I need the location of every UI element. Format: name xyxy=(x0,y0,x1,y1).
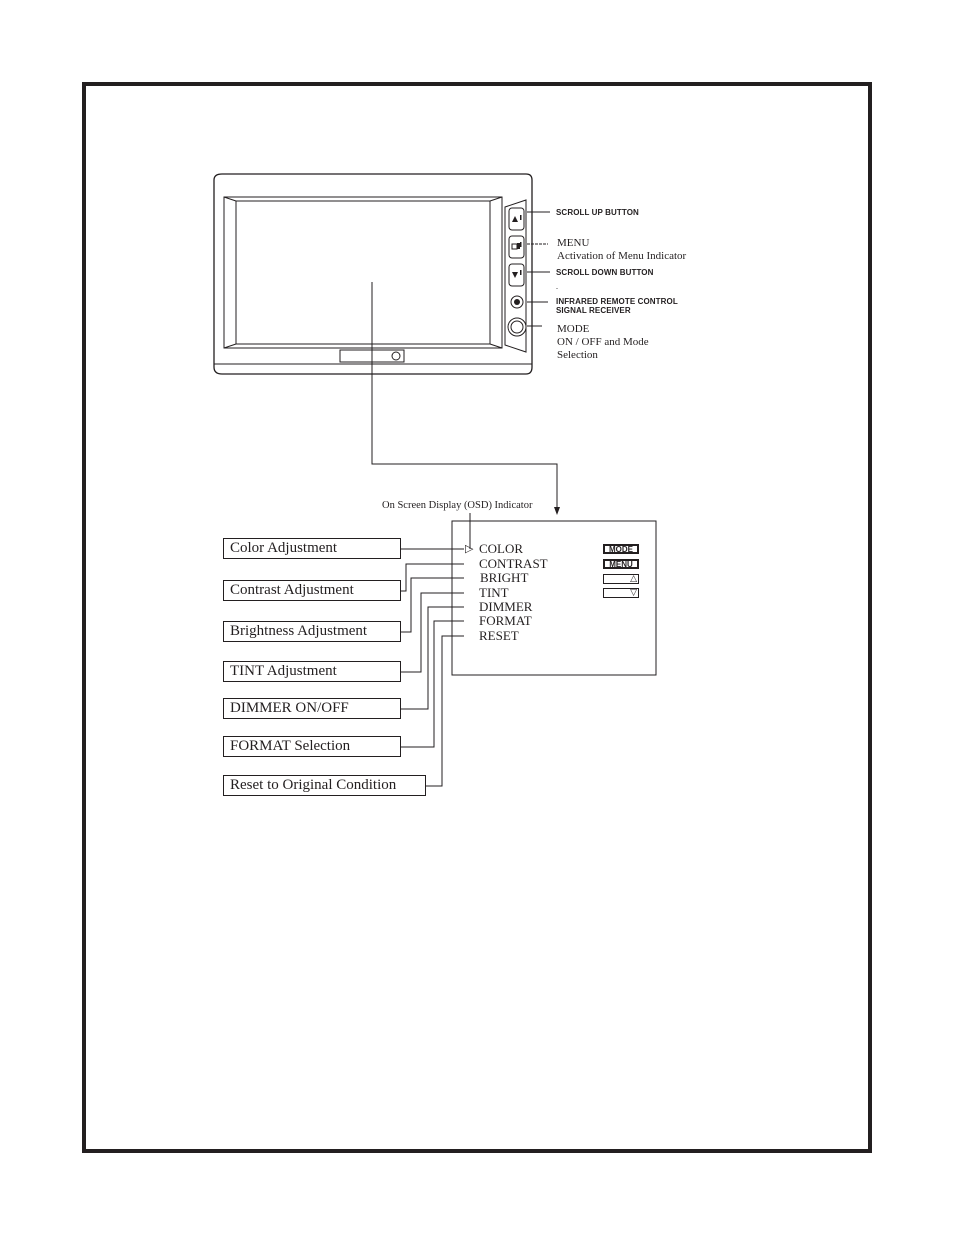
osd-up-arrow-icon: △ xyxy=(603,574,639,584)
osd-item-tint[interactable]: TINT xyxy=(479,586,509,600)
osd-item-format[interactable]: FORMAT xyxy=(479,614,532,628)
osd-indicator-label: On Screen Display (OSD) Indicator xyxy=(382,500,533,511)
osd-item-dimmer[interactable]: DIMMER xyxy=(479,600,532,614)
function-brightness-adjustment: Brightness Adjustment xyxy=(223,621,401,642)
callout-menu-desc: Activation of Menu Indicator xyxy=(557,250,687,262)
function-tint-adjustment: TINT Adjustment xyxy=(223,661,401,682)
screen-to-osd-line xyxy=(371,282,558,512)
osd-mode-key: MODE xyxy=(603,544,639,554)
diagram-lines xyxy=(213,173,657,787)
callout-scroll-down: SCROLL DOWN BUTTON xyxy=(556,268,654,277)
osd-item-bright[interactable]: BRIGHT xyxy=(480,571,528,585)
screen-outer xyxy=(223,196,503,349)
arrowhead-icon xyxy=(554,507,560,515)
callout-scroll-up: SCROLL UP BUTTON xyxy=(556,208,639,217)
callout-menu-title: MENU xyxy=(557,237,590,249)
callout-mode-title: MODE xyxy=(557,323,590,335)
osd-item-reset[interactable]: RESET xyxy=(479,629,519,643)
callout-ir-line2: SIGNAL RECEIVER xyxy=(556,306,631,315)
function-format-selection: FORMAT Selection xyxy=(223,736,401,757)
osd-item-contrast[interactable]: CONTRAST xyxy=(479,557,548,571)
bottom-indicator-led xyxy=(391,351,401,361)
function-color-adjustment: Color Adjustment xyxy=(223,538,401,559)
osd-item-color[interactable]: COLOR xyxy=(479,542,523,556)
osd-down-arrow-icon: ▽ xyxy=(603,588,639,598)
osd-cursor-icon: ▷ xyxy=(465,543,474,555)
osd-menu-key: MENU xyxy=(603,559,639,569)
callout-mode-desc1: ON / OFF and Mode xyxy=(557,336,649,348)
function-contrast-adjustment: Contrast Adjustment xyxy=(223,580,401,601)
callout-mode-desc2: Selection xyxy=(557,349,598,361)
screen-inner xyxy=(235,200,491,345)
callout-dot: . xyxy=(556,282,558,291)
function-reset: Reset to Original Condition xyxy=(223,775,426,796)
callout-ir-line1: INFRARED REMOTE CONTROL xyxy=(556,297,678,306)
function-dimmer-onoff: DIMMER ON/OFF xyxy=(223,698,401,719)
